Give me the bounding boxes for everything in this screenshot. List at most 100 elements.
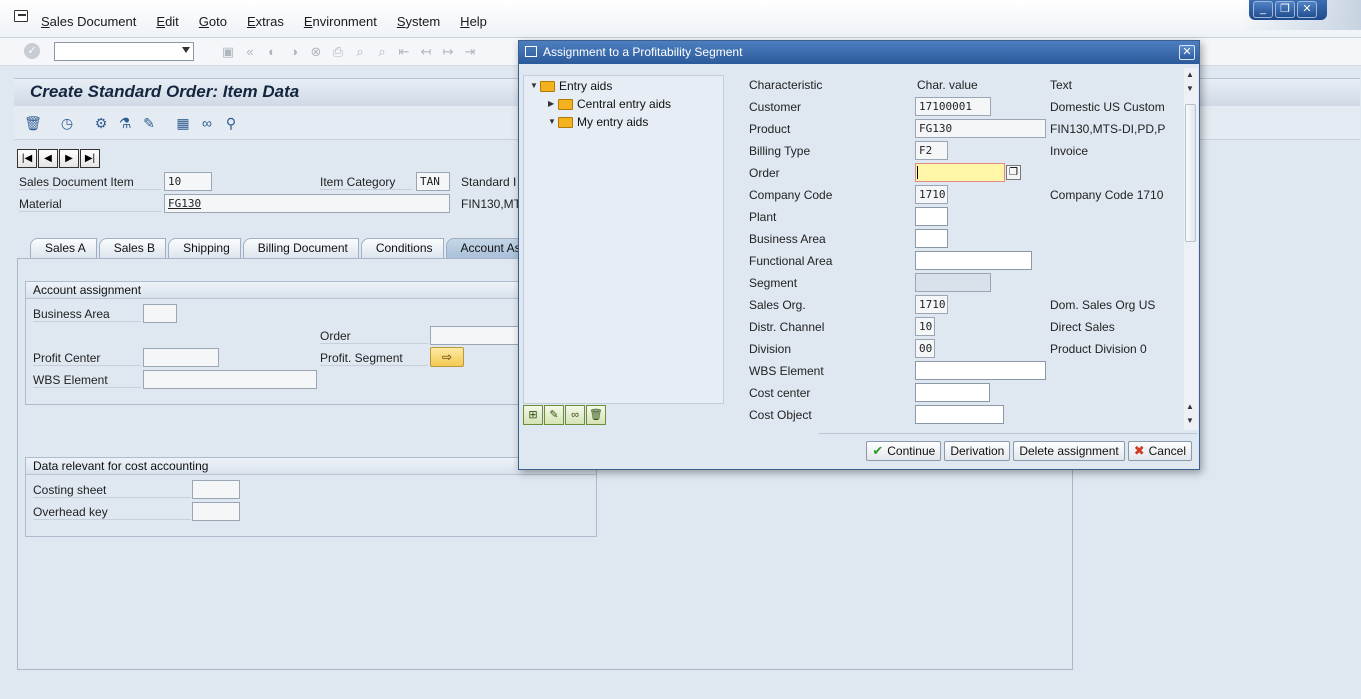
segment-value-field[interactable] bbox=[915, 273, 991, 292]
back-icon[interactable]: ◐ bbox=[264, 44, 280, 60]
tab-sales-b[interactable]: Sales B bbox=[98, 238, 167, 258]
functional-area-value-field[interactable] bbox=[915, 251, 1032, 270]
item-category-label: Item Category bbox=[320, 175, 412, 190]
wbs-element-label: WBS Element bbox=[33, 373, 141, 388]
business-area-field[interactable] bbox=[143, 304, 177, 323]
find-icon[interactable]: ⌕ bbox=[352, 44, 368, 60]
menu-system[interactable]: System bbox=[397, 14, 440, 29]
cost-center-value-field[interactable] bbox=[915, 383, 990, 402]
continue-button[interactable]: ✔ Continue bbox=[866, 441, 942, 461]
scroll-page-up-icon[interactable]: ▼ bbox=[1186, 84, 1194, 93]
cancel-icon[interactable]: ⊗ bbox=[308, 44, 324, 60]
order-field[interactable] bbox=[430, 326, 520, 345]
wbs-element-value-field[interactable] bbox=[915, 361, 1046, 380]
enter-check-icon[interactable]: ✓ bbox=[24, 43, 40, 59]
business-area-value-field[interactable] bbox=[915, 229, 948, 248]
sales-org-value-field[interactable]: 1710 bbox=[915, 295, 948, 314]
display-entry-aid-icon[interactable]: ∞ bbox=[565, 405, 585, 425]
last-item-icon[interactable]: ▶| bbox=[80, 149, 100, 168]
derivation-button[interactable]: Derivation bbox=[944, 441, 1011, 461]
distr-channel-value-field[interactable]: 10 bbox=[915, 317, 935, 336]
dialog-scrollbar[interactable]: ▲ ▼ ▲ ▼ bbox=[1184, 68, 1198, 430]
item-overview-icon[interactable]: ⚙ bbox=[92, 114, 110, 132]
save-icon[interactable]: ▣ bbox=[220, 44, 236, 60]
command-field[interactable] bbox=[54, 42, 194, 61]
entry-aids-tree: ▼ Entry aids ▶ Central entry aids ▼ My e… bbox=[523, 75, 724, 404]
menu-help[interactable]: Help bbox=[460, 14, 487, 29]
sales-document-item-field[interactable]: 10 bbox=[164, 172, 212, 191]
menu-sales-document[interactable]: Sales Document bbox=[41, 14, 136, 29]
row-label: Company Code bbox=[749, 188, 833, 202]
billing-type-value-field[interactable]: F2 bbox=[915, 141, 948, 160]
print-icon[interactable]: ⎙ bbox=[330, 44, 346, 60]
row-label: Sales Org. bbox=[749, 298, 806, 312]
cost-object-value-field[interactable] bbox=[915, 405, 1004, 424]
item-details-icon[interactable]: ⚗ bbox=[116, 114, 134, 132]
last-page-icon[interactable]: ⇥ bbox=[462, 44, 478, 60]
costing-sheet-field[interactable] bbox=[192, 480, 240, 499]
customer-value-field[interactable]: 17100001 bbox=[915, 97, 991, 116]
first-page-icon[interactable]: ⇤ bbox=[396, 44, 412, 60]
row-label: Business Area bbox=[749, 232, 826, 246]
dialog-close-icon[interactable]: ✕ bbox=[1179, 45, 1195, 60]
product-value-field[interactable]: FG130 bbox=[915, 119, 1046, 138]
menu-goto[interactable]: Goto bbox=[199, 14, 227, 29]
order-value-field[interactable] bbox=[915, 163, 1005, 182]
dialog-title-bar: Assignment to a Profitability Segment ✕ bbox=[519, 41, 1199, 64]
delete-assignment-button[interactable]: Delete assignment bbox=[1013, 441, 1125, 461]
restore-button[interactable]: ❐ bbox=[1275, 1, 1295, 18]
delete-icon[interactable]: 🗑 bbox=[24, 114, 42, 132]
expand-arrow-icon[interactable]: ▼ bbox=[530, 77, 540, 95]
profit-segment-button[interactable]: ⇨ bbox=[430, 347, 464, 367]
exit-icon[interactable]: ◑ bbox=[286, 44, 302, 60]
item-category-field[interactable]: TAN bbox=[416, 172, 450, 191]
overhead-key-label: Overhead key bbox=[33, 505, 191, 520]
text-cursor bbox=[917, 166, 918, 179]
display-header-icon[interactable]: ◷ bbox=[58, 114, 76, 132]
profit-segment-label: Profit. Segment bbox=[320, 351, 428, 366]
tab-sales-a[interactable]: Sales A bbox=[30, 238, 97, 258]
plant-value-field[interactable] bbox=[915, 207, 948, 226]
collapse-arrow-icon[interactable]: ▶ bbox=[548, 95, 558, 113]
find-next-icon[interactable]: ⌕ bbox=[374, 44, 390, 60]
command-dropdown-icon[interactable] bbox=[182, 47, 190, 53]
scroll-down-icon[interactable]: ▼ bbox=[1186, 416, 1194, 425]
delete-entry-aid-icon[interactable]: 🗑 bbox=[586, 405, 606, 425]
expand-arrow-icon[interactable]: ▼ bbox=[548, 113, 558, 131]
scrollbar-thumb[interactable] bbox=[1185, 104, 1196, 242]
tab-conditions[interactable]: Conditions bbox=[360, 238, 444, 258]
calculator-icon[interactable]: ▦ bbox=[174, 114, 192, 132]
overhead-key-field[interactable] bbox=[192, 502, 240, 521]
tab-billing-document[interactable]: Billing Document bbox=[242, 238, 359, 258]
division-value-field[interactable]: 00 bbox=[915, 339, 935, 358]
tab-shipping[interactable]: Shipping bbox=[168, 238, 241, 258]
menu-extras[interactable]: Extras bbox=[247, 14, 284, 29]
edit-item-icon[interactable]: ✎ bbox=[140, 114, 158, 132]
stamp-icon[interactable]: ⚲ bbox=[222, 114, 240, 132]
next-page-icon[interactable]: ↦ bbox=[440, 44, 456, 60]
glasses-icon[interactable]: ∞ bbox=[198, 114, 216, 132]
system-menu-icon[interactable] bbox=[14, 10, 28, 22]
tree-item-central[interactable]: ▶ Central entry aids bbox=[548, 95, 671, 113]
menu-environment[interactable]: Environment bbox=[304, 14, 377, 29]
scroll-up-icon[interactable]: ▲ bbox=[1186, 70, 1194, 79]
next-item-icon[interactable]: ▶ bbox=[59, 149, 79, 168]
tree-root-entry-aids[interactable]: ▼ Entry aids bbox=[530, 77, 612, 95]
row-label: Customer bbox=[749, 100, 802, 114]
first-item-icon[interactable]: |◀ bbox=[17, 149, 37, 168]
menu-edit[interactable]: Edit bbox=[156, 14, 178, 29]
wbs-element-field[interactable] bbox=[143, 370, 317, 389]
previous-item-icon[interactable]: ◀ bbox=[38, 149, 58, 168]
minimize-button[interactable]: _ bbox=[1253, 1, 1273, 18]
change-entry-aid-icon[interactable]: ✎ bbox=[544, 405, 564, 425]
value-help-icon[interactable]: ❐ bbox=[1006, 165, 1021, 180]
company-code-value-field[interactable]: 1710 bbox=[915, 185, 948, 204]
profit-center-field[interactable] bbox=[143, 348, 219, 367]
cancel-button[interactable]: ✖ Cancel bbox=[1127, 441, 1192, 461]
create-entry-aid-icon[interactable]: ⊞ bbox=[523, 405, 543, 425]
tree-item-my-entry-aids[interactable]: ▼ My entry aids bbox=[548, 113, 648, 131]
close-window-button[interactable]: ✕ bbox=[1297, 1, 1317, 18]
previous-page-icon[interactable]: ↤ bbox=[418, 44, 434, 60]
material-field[interactable]: FG130 bbox=[164, 194, 450, 213]
scroll-page-down-icon[interactable]: ▲ bbox=[1186, 402, 1194, 411]
